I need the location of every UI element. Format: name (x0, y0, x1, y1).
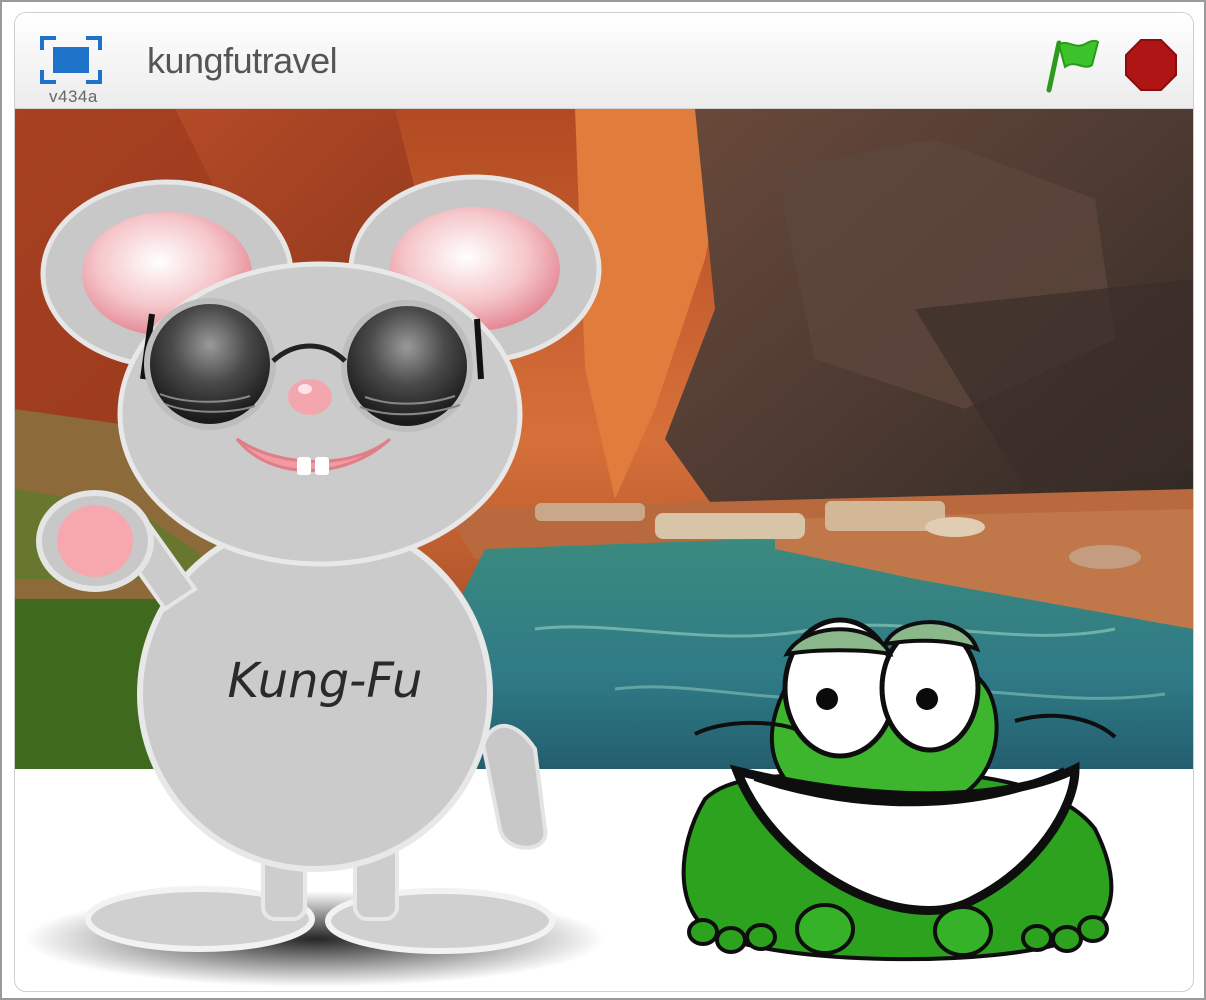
fullscreen-button[interactable] (39, 35, 103, 85)
stop-sign-icon (1125, 39, 1177, 91)
green-flag-button[interactable] (1043, 35, 1101, 93)
stop-button[interactable] (1123, 37, 1179, 93)
project-player: v434a kungfutravel Kung-Fu (14, 12, 1194, 992)
green-flag-icon (1046, 39, 1100, 93)
stage[interactable]: Kung-Fu (15, 109, 1193, 991)
player-frame: v434a kungfutravel Kung-Fu (0, 0, 1206, 1000)
project-title: kungfutravel (147, 40, 338, 81)
player-header: v434a kungfutravel (15, 13, 1193, 109)
stage-canvas: Kung-Fu (15, 109, 1193, 987)
shirt-text: Kung-Fu (228, 653, 423, 709)
version-label: v434a (49, 87, 98, 106)
fullscreen-icon (40, 36, 102, 84)
